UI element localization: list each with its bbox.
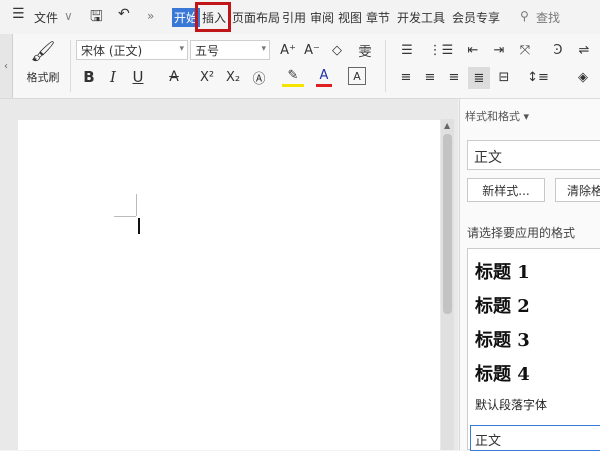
- insert-tab-highlight: [195, 2, 231, 32]
- font-size-value: 五号: [195, 43, 220, 58]
- distribute-icon[interactable]: ⊟: [494, 67, 514, 87]
- margin-mark: [136, 194, 137, 216]
- phonetic-guide-button[interactable]: 雯: [351, 40, 379, 60]
- tab-member[interactable]: 会员专享: [452, 9, 500, 26]
- margin-mark: [114, 216, 136, 217]
- format-painter-button[interactable]: 格式刷: [20, 68, 66, 86]
- increase-indent-icon[interactable]: ⇥: [488, 40, 510, 60]
- sort-icon[interactable]: ⇌: [574, 40, 594, 60]
- style-normal[interactable]: 正文: [470, 425, 600, 451]
- undo-icon[interactable]: ↶: [118, 6, 130, 22]
- bold-button[interactable]: B: [80, 67, 98, 87]
- hamburger-icon[interactable]: ☰: [12, 6, 25, 22]
- justify-icon[interactable]: ≣: [468, 67, 490, 89]
- style-default-font[interactable]: 默认段落字体: [475, 396, 547, 413]
- line-spacing-icon[interactable]: ↕≡: [526, 67, 550, 87]
- tab-references[interactable]: 引用: [282, 9, 306, 26]
- font-size-select[interactable]: 五号 ▾: [190, 40, 270, 60]
- text-cursor: [138, 218, 140, 234]
- scrollbar-thumb[interactable]: [443, 134, 452, 314]
- highlight-icon[interactable]: ✎: [282, 67, 304, 87]
- style-heading-1[interactable]: 标题 1: [475, 258, 530, 284]
- italic-button[interactable]: I: [104, 67, 122, 87]
- more-icon[interactable]: »: [147, 9, 154, 23]
- tab-view[interactable]: 视图: [338, 9, 362, 26]
- char-border-icon[interactable]: A: [348, 67, 366, 85]
- align-left-icon[interactable]: ≡: [396, 67, 416, 87]
- bullet-list-icon[interactable]: ☰: [396, 40, 418, 60]
- superscript-button[interactable]: X²: [196, 67, 218, 87]
- number-list-icon[interactable]: ⋮☰: [429, 40, 454, 60]
- shading-icon[interactable]: ◈: [572, 67, 594, 87]
- strikethrough-button[interactable]: A: [164, 67, 184, 87]
- divider: [70, 40, 71, 92]
- chinese-layout-icon[interactable]: ⤧: [514, 40, 536, 60]
- subscript-button[interactable]: X₂: [222, 67, 244, 87]
- search-icon[interactable]: ⚲: [520, 9, 529, 23]
- ribbon-collapse-icon[interactable]: ‹: [0, 34, 13, 98]
- font-name-value: 宋体 (正文): [81, 43, 143, 58]
- file-menu[interactable]: 文件: [34, 9, 58, 26]
- style-heading-2[interactable]: 标题 2: [475, 292, 530, 318]
- menu-bar: ☰ 文件 ∨ 🖫 ↶ » 开始 插入 页面布局 引用 审阅 视图 章节 开发工具…: [0, 0, 600, 34]
- format-painter-icon[interactable]: 🖌: [28, 38, 58, 64]
- align-center-icon[interactable]: ≡: [420, 67, 440, 87]
- font-name-select[interactable]: 宋体 (正文) ▾: [76, 40, 188, 60]
- clear-format-button[interactable]: 清除格: [555, 178, 600, 202]
- panel-title[interactable]: 样式和格式 ▾: [465, 108, 529, 124]
- font-color-icon[interactable]: A: [316, 67, 332, 87]
- choose-format-hint: 请选择要应用的格式: [467, 226, 576, 240]
- tab-review[interactable]: 审阅: [310, 9, 334, 26]
- chevron-down-icon: ▾: [261, 44, 266, 54]
- decrease-indent-icon[interactable]: ⇤: [462, 40, 484, 60]
- tab-page-layout[interactable]: 页面布局: [232, 9, 280, 26]
- clear-format-icon[interactable]: ◇: [327, 40, 347, 60]
- grow-font-button[interactable]: A⁺: [278, 40, 298, 60]
- align-right-icon[interactable]: ≡: [444, 67, 464, 87]
- search-label[interactable]: 查找: [536, 9, 560, 26]
- document-page[interactable]: [18, 120, 440, 450]
- file-dropdown-icon[interactable]: ∨: [64, 9, 73, 23]
- tab-developer[interactable]: 开发工具: [397, 9, 445, 26]
- style-heading-4[interactable]: 标题 4: [475, 360, 530, 386]
- shrink-font-button[interactable]: A⁻: [302, 40, 322, 60]
- current-style-box[interactable]: 正文: [467, 140, 600, 170]
- ribbon-toolbar: ‹ 🖌 格式刷 宋体 (正文) ▾ 五号 ▾ A⁺ A⁻ ◇ 雯 B I U A X…: [0, 34, 600, 99]
- underline-button[interactable]: U: [128, 67, 148, 87]
- text-effect-icon[interactable]: Ⓐ: [248, 67, 270, 87]
- show-marks-icon[interactable]: Ꜿ: [548, 40, 568, 60]
- divider: [385, 40, 386, 92]
- style-heading-3[interactable]: 标题 3: [475, 326, 530, 352]
- scroll-up-icon[interactable]: ▲: [444, 121, 450, 130]
- new-style-button[interactable]: 新样式...: [467, 178, 545, 202]
- save-icon[interactable]: 🖫: [90, 6, 103, 31]
- tab-chapter[interactable]: 章节: [366, 9, 390, 26]
- chevron-down-icon: ▾: [179, 44, 184, 54]
